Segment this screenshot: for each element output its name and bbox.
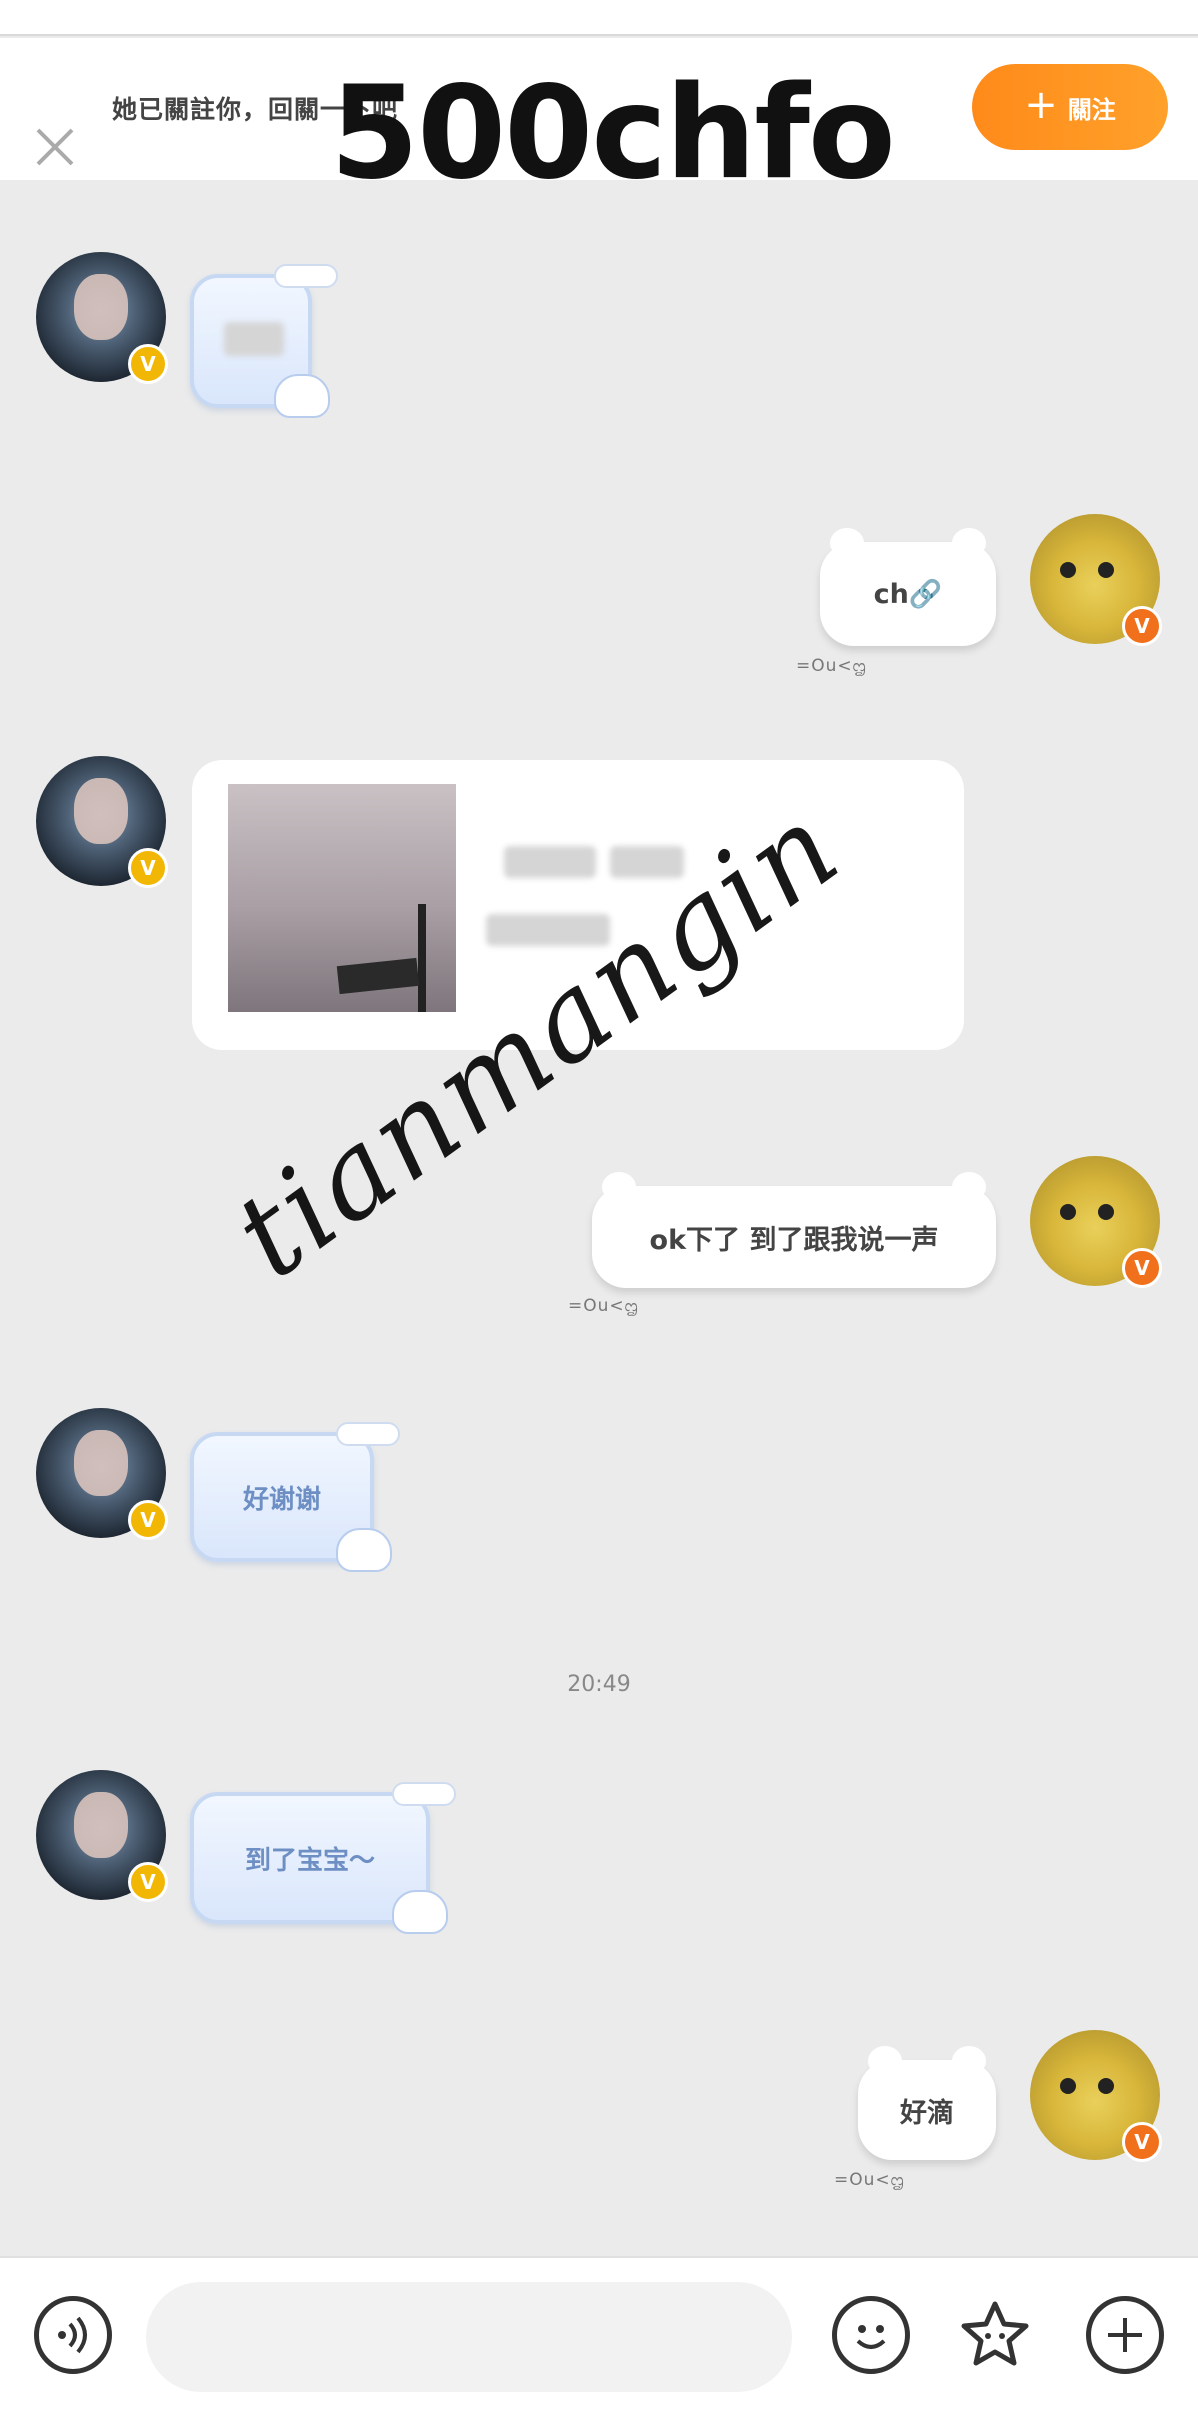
message-input[interactable] <box>146 2282 792 2392</box>
message-bubble[interactable]: ch🔗 <box>820 528 996 646</box>
contact-avatar[interactable]: V <box>36 252 168 384</box>
verified-badge-icon: V <box>1122 606 1162 646</box>
verified-badge-icon: V <box>1122 2122 1162 2162</box>
message-bubble[interactable]: 好谢谢 <box>190 1422 400 1572</box>
my-avatar[interactable]: V <box>1030 1156 1162 1288</box>
overlay-title: 500chfo <box>330 59 896 208</box>
message-bubble[interactable]: 好滴 <box>858 2046 996 2160</box>
contact-avatar[interactable]: V <box>36 1408 168 1540</box>
message-text: 到了宝宝～ <box>244 1845 375 1876</box>
my-avatar[interactable]: V <box>1030 2030 1162 2162</box>
cat-decoration-icon <box>336 1528 392 1572</box>
blurred-title <box>504 846 596 878</box>
verified-badge-icon: V <box>128 1500 168 1540</box>
chat-timestamp: 20:49 <box>567 1672 631 1697</box>
follow-button[interactable]: + 關注 <box>972 64 1168 150</box>
link-thumbnail <box>228 784 456 1012</box>
verified-badge-icon: V <box>128 848 168 888</box>
voice-icon[interactable] <box>34 2296 112 2374</box>
message-text: 好谢谢 <box>242 1484 321 1515</box>
message-sticker: =Ou<ᦗ <box>568 1296 639 1316</box>
message-sticker: =Ou<ᦗ <box>834 2170 905 2190</box>
plus-icon: + <box>1024 82 1058 128</box>
my-avatar[interactable]: V <box>1030 514 1162 646</box>
contact-avatar[interactable]: V <box>36 1770 168 1902</box>
message-bubble[interactable]: 到了宝宝～ <box>190 1782 456 1934</box>
plus-icon[interactable] <box>1086 2296 1164 2374</box>
emoji-icon[interactable] <box>832 2296 910 2374</box>
sticker-star-icon[interactable] <box>956 2296 1034 2374</box>
cloud-decoration-icon <box>392 1782 456 1806</box>
verified-badge-icon: V <box>1122 1248 1162 1288</box>
message-bubble-blurred[interactable] <box>190 264 338 418</box>
message-sticker: =Ou<ᦗ <box>796 656 867 676</box>
cloud-decoration-icon <box>274 264 338 288</box>
contact-avatar[interactable]: V <box>36 756 168 888</box>
status-strip <box>0 0 1198 36</box>
message-bubble[interactable]: ok下了 到了跟我说一声 <box>592 1172 996 1288</box>
close-icon[interactable] <box>32 124 78 170</box>
follow-button-label: 關注 <box>1067 95 1116 124</box>
verified-badge-icon: V <box>128 1862 168 1902</box>
blurred-text <box>224 322 284 356</box>
cat-decoration-icon <box>274 374 330 418</box>
cloud-decoration-icon <box>336 1422 400 1446</box>
verified-badge-icon: V <box>128 344 168 384</box>
cat-decoration-icon <box>392 1890 448 1934</box>
